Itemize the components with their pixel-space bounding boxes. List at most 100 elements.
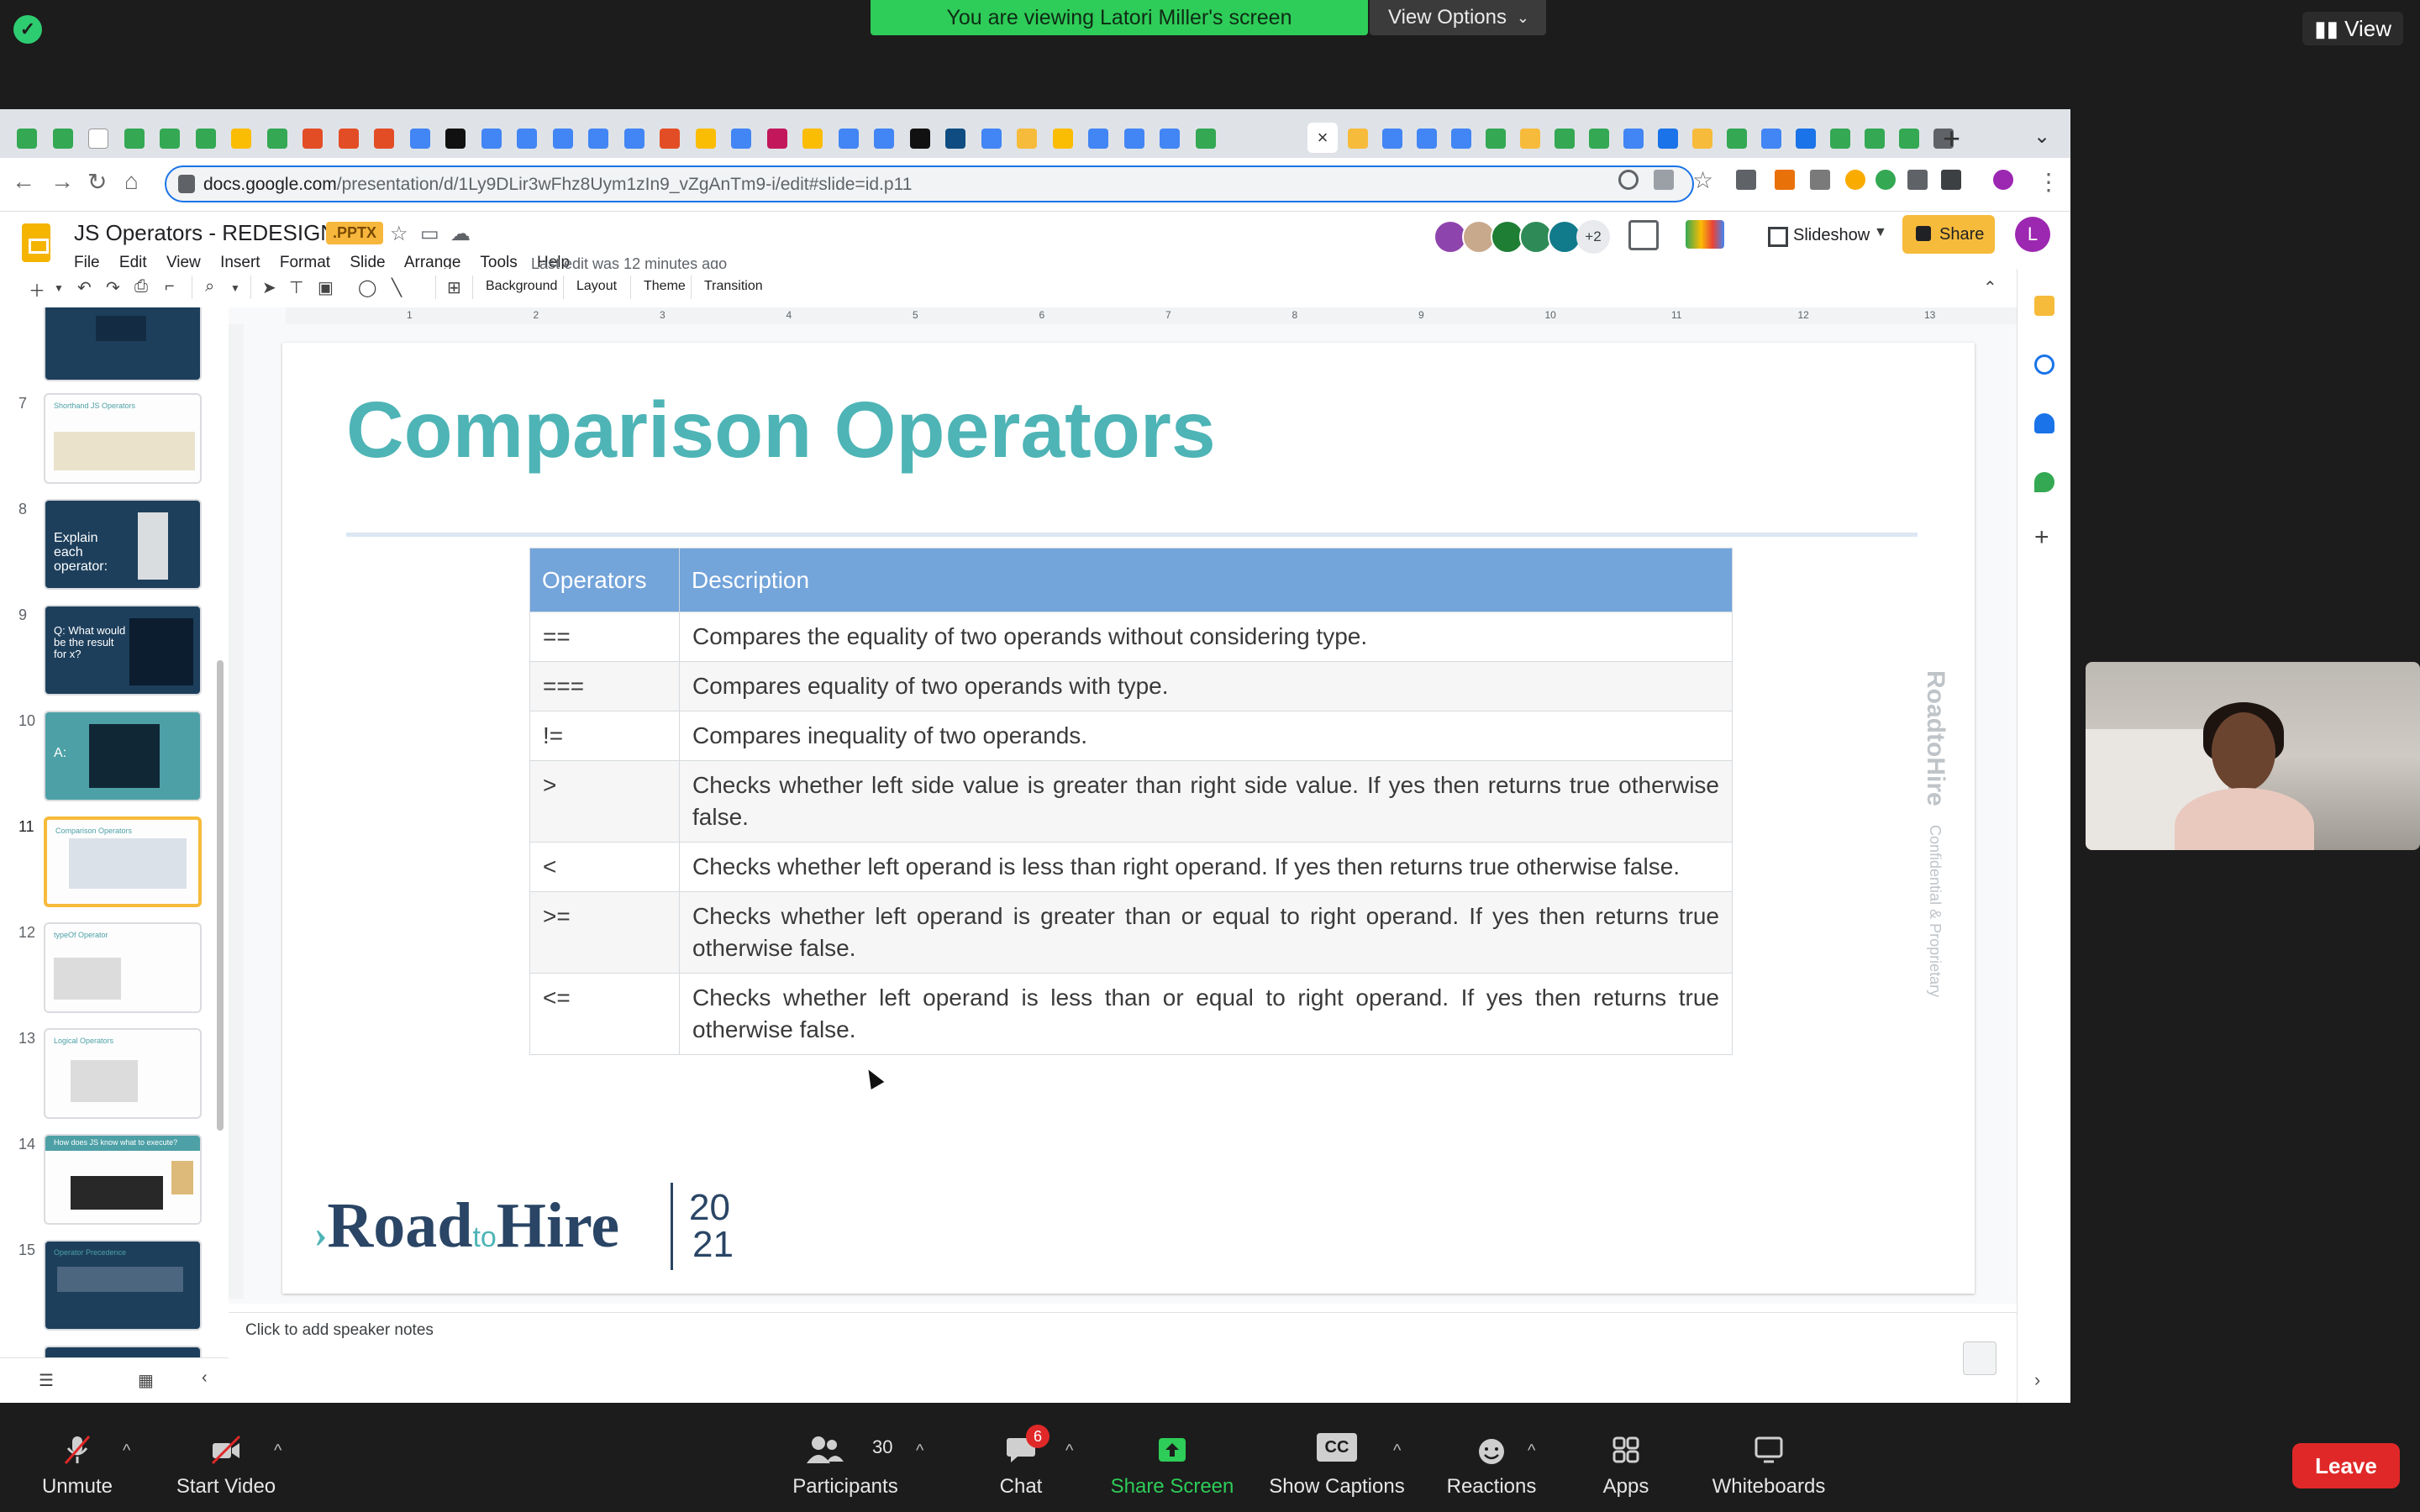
tab-favicon-icon[interactable] xyxy=(1417,129,1437,149)
tab-favicon-icon[interactable] xyxy=(1052,129,1073,149)
tab-favicon-icon[interactable] xyxy=(1486,129,1506,149)
more-collaborators-badge[interactable]: +2 xyxy=(1576,220,1610,254)
new-tab-icon[interactable]: + xyxy=(1943,121,1960,156)
tab-favicon-icon[interactable] xyxy=(838,129,859,149)
extension-icon[interactable] xyxy=(1736,170,1756,190)
tab-favicon-icon[interactable] xyxy=(660,129,680,149)
slides-logo-icon[interactable] xyxy=(22,223,50,262)
tab-favicon-icon[interactable] xyxy=(802,129,823,149)
tab-favicon-icon[interactable] xyxy=(124,129,145,149)
filmstrip-scrollbar[interactable] xyxy=(217,660,224,1131)
tab-favicon-icon[interactable] xyxy=(445,129,466,149)
user-avatar[interactable]: L xyxy=(2015,217,2050,252)
undo-icon[interactable]: ↶ xyxy=(77,277,92,298)
tab-favicon-icon[interactable] xyxy=(52,129,73,149)
chat-caret-icon[interactable]: ^ xyxy=(1065,1441,1073,1461)
tab-favicon-icon[interactable] xyxy=(517,129,537,149)
tab-favicon-icon[interactable] xyxy=(302,129,323,149)
start-video-button[interactable]: Start Video xyxy=(173,1433,279,1499)
slide-thumbnail[interactable]: Q: What would be the result for x? xyxy=(44,605,202,696)
reactions-caret-icon[interactable]: ^ xyxy=(1528,1441,1535,1461)
tab-favicon-icon[interactable] xyxy=(1451,129,1471,149)
star-icon[interactable]: ☆ xyxy=(390,222,408,246)
tab-favicon-icon[interactable] xyxy=(945,129,965,149)
add-addon-icon[interactable]: + xyxy=(2034,525,2054,550)
chat-button[interactable]: 6 Chat xyxy=(983,1425,1059,1499)
tab-favicon-icon[interactable] xyxy=(1160,129,1180,149)
new-slide-icon[interactable]: ＋ xyxy=(29,277,45,302)
extension-icon[interactable] xyxy=(1775,170,1795,190)
tab-favicon-icon[interactable] xyxy=(1899,129,1919,149)
tab-favicon-icon[interactable] xyxy=(695,129,716,149)
print-icon[interactable]: ⎙ xyxy=(134,277,148,297)
document-title[interactable]: JS Operators - REDESIGNED xyxy=(74,220,366,246)
speaker-notes-area[interactable]: Click to add speaker notes xyxy=(229,1312,2017,1403)
tab-favicon-icon[interactable] xyxy=(731,129,751,149)
chevron-down-icon[interactable]: ▼ xyxy=(230,282,240,294)
tab-favicon-icon[interactable] xyxy=(266,129,287,149)
text-box-icon[interactable]: ⊤ xyxy=(289,277,303,298)
slide-canvas[interactable]: Comparison Operators Operators Descripti… xyxy=(282,343,1975,1294)
participants-button[interactable]: 30 Participants xyxy=(786,1433,904,1499)
slide-thumbnail[interactable]: Explain each operator: xyxy=(44,499,202,590)
tab-favicon-icon[interactable] xyxy=(981,129,1002,149)
grid-view-icon[interactable]: ▦ xyxy=(138,1370,154,1391)
tab-favicon-icon[interactable] xyxy=(195,129,216,149)
select-cursor-icon[interactable]: ➤ xyxy=(262,277,276,298)
image-icon[interactable]: ▣ xyxy=(318,277,334,298)
chevron-down-icon[interactable]: ▼ xyxy=(1874,225,1887,240)
layout-button[interactable]: Layout xyxy=(576,279,617,294)
tab-favicon-icon[interactable] xyxy=(1692,129,1712,149)
tab-favicon-icon[interactable] xyxy=(588,129,608,149)
home-icon[interactable]: ⌂ xyxy=(124,168,139,195)
participants-caret-icon[interactable]: ^ xyxy=(916,1441,923,1461)
tab-favicon-icon[interactable] xyxy=(481,129,502,149)
tab-favicon-icon[interactable] xyxy=(1589,129,1609,149)
tab-favicon-icon[interactable] xyxy=(338,129,359,149)
comment-history-icon[interactable] xyxy=(1628,220,1659,250)
chevron-down-icon[interactable]: ▼ xyxy=(54,282,64,294)
tab-favicon-icon[interactable] xyxy=(1195,129,1216,149)
tab-favicon-icon[interactable] xyxy=(231,129,251,149)
whiteboards-button[interactable]: Whiteboards xyxy=(1697,1433,1840,1499)
view-button[interactable]: ▮▮ View xyxy=(2302,12,2403,45)
tab-favicon-icon[interactable] xyxy=(17,129,37,149)
tab-search-icon[interactable]: ⌄ xyxy=(2033,124,2050,149)
sidebar-icon[interactable] xyxy=(1941,170,1961,190)
transition-button[interactable]: Transition xyxy=(704,279,763,294)
share-page-icon[interactable] xyxy=(1654,170,1674,190)
slide-thumbnail[interactable]: Shorthand JS Operators xyxy=(44,393,202,484)
contacts-icon[interactable] xyxy=(2034,413,2054,433)
share-screen-button[interactable]: Share Screen xyxy=(1101,1433,1244,1499)
zoom-icon[interactable]: ⌕ xyxy=(205,277,214,297)
slide-thumbnail-selected[interactable]: Comparison Operators xyxy=(44,816,202,907)
tab-favicon-icon[interactable] xyxy=(623,129,644,149)
slide-thumbnail[interactable]: How does JS know what to execute? xyxy=(44,1134,202,1225)
tab-favicon-icon[interactable] xyxy=(1761,129,1781,149)
zoom-lens-icon[interactable] xyxy=(1618,170,1639,190)
extension-icon[interactable] xyxy=(1876,170,1896,190)
tab-favicon-icon[interactable] xyxy=(1017,129,1037,149)
tab-favicon-icon[interactable] xyxy=(1727,129,1747,149)
video-options-caret-icon[interactable]: ^ xyxy=(274,1441,281,1461)
collapse-toolbar-icon[interactable]: ⌃ xyxy=(1983,277,1997,298)
speaker-notes-placeholder[interactable]: Click to add speaker notes xyxy=(245,1321,434,1340)
show-captions-button[interactable]: CC Show Captions xyxy=(1259,1433,1415,1499)
tab-favicon-icon[interactable] xyxy=(1830,129,1850,149)
operators-table[interactable]: Operators Description == Compares the eq… xyxy=(529,548,1733,1055)
security-shield-icon[interactable]: ✓ xyxy=(13,15,42,44)
tab-favicon-icon[interactable] xyxy=(874,129,894,149)
url-field[interactable]: docs.google.com/presentation/d/1Ly9DLir3… xyxy=(165,165,1694,202)
slide-thumbnail[interactable] xyxy=(44,307,202,381)
add-comment-icon[interactable]: ⊞ xyxy=(447,277,461,298)
tab-favicon-icon[interactable] xyxy=(1796,129,1816,149)
tab-favicon-icon[interactable] xyxy=(374,129,394,149)
paint-format-icon[interactable]: ⌐ xyxy=(165,277,175,297)
forward-icon[interactable]: → xyxy=(50,168,74,195)
tab-favicon-icon[interactable] xyxy=(160,129,180,149)
share-button[interactable]: Share xyxy=(1902,215,1995,254)
background-button[interactable]: Background xyxy=(486,279,557,294)
leave-button[interactable]: Leave xyxy=(2292,1443,2400,1488)
slideshow-button[interactable]: Slideshow xyxy=(1756,215,1885,255)
move-folder-icon[interactable]: ▭ xyxy=(420,222,439,246)
